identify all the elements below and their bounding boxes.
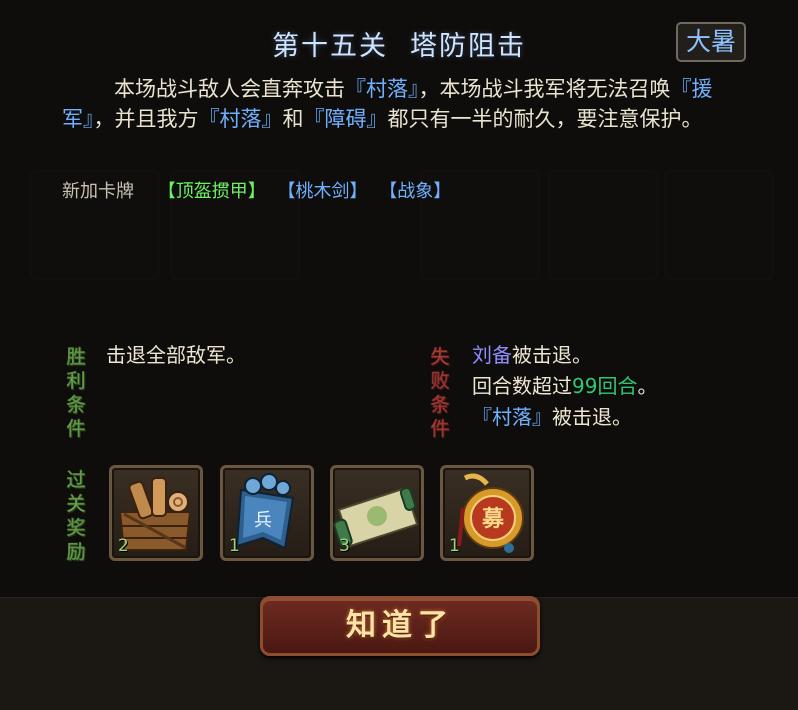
- level-info-dialog: 第十五关 塔防阻击 大暑 本场战斗敌人会直奔攻击『村落』，本场战斗我军将无法召唤『…: [0, 0, 798, 598]
- reward-slot[interactable]: 募 1: [440, 465, 534, 561]
- defeat-label-char: 条: [430, 394, 450, 417]
- desc-text: 都只有一半的耐久，要注意保护。: [387, 107, 703, 131]
- reward-count: 1: [229, 536, 240, 556]
- rewards-label-char: 励: [66, 541, 86, 564]
- level-description: 本场战斗敌人会直奔攻击『村落』，本场战斗我军将无法召唤『援军』，并且我方『村落』…: [62, 74, 752, 134]
- rewards-label-char: 关: [66, 493, 86, 516]
- medal-glyph: 募: [481, 506, 505, 532]
- defeat-label: 失 败 条 件: [428, 345, 452, 441]
- desc-keyword-obstacle: 『障碍』: [303, 107, 388, 131]
- card-link-war-elephant[interactable]: 【战象】: [379, 181, 451, 202]
- desc-text: 和: [282, 107, 304, 131]
- defeat-text: 被击退。: [552, 405, 632, 429]
- reward-count: 3: [339, 536, 350, 556]
- defeat-condition: 『村落』被击退。: [472, 402, 657, 433]
- victory-label-char: 件: [66, 418, 86, 441]
- reward-slot[interactable]: 3: [330, 465, 424, 561]
- desc-keyword-village: 『村落』: [345, 77, 419, 101]
- season-badge: 大暑: [676, 22, 746, 62]
- level-number: 第十五关: [272, 31, 388, 62]
- new-cards-row: 新加卡牌 【顶盔掼甲】 【桃木剑】 【战象】: [62, 177, 457, 203]
- defeat-conditions: 刘备被击退。 回合数超过99回合。 『村落』被击退。: [472, 340, 657, 433]
- desc-text: 本场战斗敌人会直奔攻击: [114, 77, 345, 101]
- ok-button[interactable]: 知道了: [260, 596, 540, 656]
- token-glyph: 兵: [254, 510, 272, 531]
- rewards-label-char: 奖: [66, 517, 86, 540]
- reward-count: 1: [449, 536, 460, 556]
- victory-conditions: 击退全部敌军。: [106, 340, 246, 371]
- desc-text: ，并且我方: [93, 107, 199, 131]
- defeat-label-char: 败: [430, 370, 450, 393]
- defeat-text: 被击退。: [512, 343, 592, 367]
- reward-count: 2: [118, 536, 129, 556]
- defeat-keyword-village: 『村落』: [472, 405, 552, 429]
- defeat-text: 。: [637, 374, 658, 398]
- new-cards-label: 新加卡牌: [62, 181, 134, 202]
- defeat-hero-name: 刘备: [472, 343, 512, 367]
- rewards-label-char: 过: [66, 469, 86, 492]
- defeat-label-char: 件: [430, 418, 450, 441]
- victory-label: 胜 利 条 件: [64, 345, 88, 441]
- card-link-armor[interactable]: 【顶盔掼甲】: [158, 181, 266, 202]
- victory-label-char: 胜: [66, 346, 86, 369]
- victory-label-char: 利: [66, 370, 86, 393]
- victory-condition: 击退全部敌军。: [106, 343, 246, 367]
- defeat-text: 回合数超过: [472, 374, 572, 398]
- defeat-condition: 回合数超过99回合。: [472, 371, 657, 402]
- defeat-label-char: 失: [430, 346, 450, 369]
- reward-slot[interactable]: 兵 1: [220, 465, 314, 561]
- rewards-label: 过 关 奖 励: [64, 468, 88, 564]
- defeat-condition: 刘备被击退。: [472, 340, 657, 371]
- card-link-peach-sword[interactable]: 【桃木剑】: [277, 181, 367, 202]
- desc-keyword-village: 『村落』: [198, 107, 283, 131]
- defeat-turn-count: 99回合: [572, 374, 638, 398]
- reward-slot[interactable]: 2: [109, 465, 203, 561]
- victory-label-char: 条: [66, 394, 86, 417]
- desc-text: ，本场战斗我军将无法召唤: [418, 77, 671, 101]
- level-name: 塔防阻击: [410, 31, 526, 62]
